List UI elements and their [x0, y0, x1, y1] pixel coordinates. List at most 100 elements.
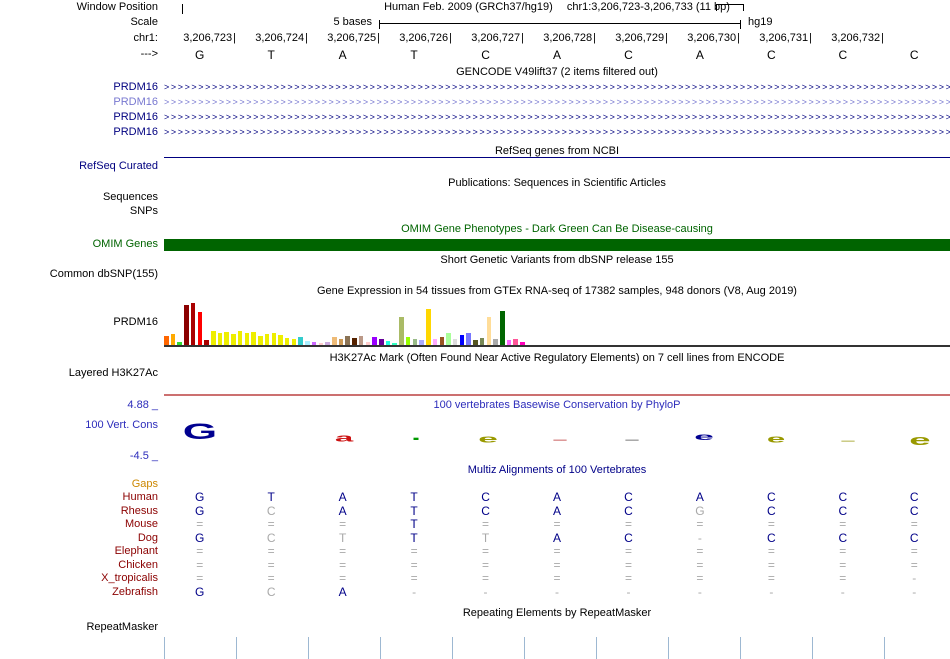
gencode-track-title[interactable]: GENCODE V49lift37 (2 items filtered out) — [164, 66, 950, 79]
gencode-gene-item[interactable]: >>>>>>>>>>>>>>>>>>>>>>>>>>>>>>>>>>>>>>>>… — [164, 125, 950, 140]
conservation-label[interactable]: 100 Vert. Cons — [0, 413, 164, 449]
refseq-gene-line[interactable] — [164, 157, 950, 158]
gtex-tissue-bar[interactable] — [251, 332, 256, 345]
gtex-tissue-bar[interactable] — [352, 338, 357, 345]
multiz-species-label[interactable]: X_tropicalis — [0, 572, 164, 586]
multiz-species-label[interactable]: Human — [0, 491, 164, 505]
h3k27ac-track-title[interactable]: H3K27Ac Mark (Often Found Near Active Re… — [164, 352, 950, 365]
snps-track-area[interactable] — [164, 205, 950, 218]
alignment-base: = — [378, 572, 449, 586]
gtex-tissue-bar[interactable] — [440, 337, 445, 345]
multiz-alignment[interactable]: GCATCACGCCC — [164, 505, 950, 519]
multiz-alignment[interactable]: =========== — [164, 545, 950, 559]
multiz-species-label[interactable]: Elephant — [0, 545, 164, 559]
sequences-track-area[interactable] — [164, 191, 950, 204]
multiz-species-label[interactable]: Mouse — [0, 518, 164, 532]
gtex-tissue-bar[interactable] — [332, 337, 337, 345]
gtex-tissue-bar[interactable] — [359, 336, 364, 345]
gtex-tissue-bar[interactable] — [466, 333, 471, 345]
multiz-alignment[interactable]: GCTTTAC-CCC — [164, 532, 950, 546]
multiz-species-label[interactable]: Rhesus — [0, 505, 164, 519]
dbsnp-track-area[interactable] — [164, 268, 950, 281]
repeatmasker-track-title[interactable]: Repeating Elements by RepeatMasker — [164, 607, 950, 620]
coordinate-cells: 3,206,723|3,206,724|3,206,725|3,206,726|… — [164, 32, 950, 47]
gtex-tissue-bar[interactable] — [372, 337, 377, 345]
conservation-track-title[interactable]: 100 vertebrates Basewise Conservation by… — [164, 399, 950, 412]
coordinate-label: 3,206,723| — [164, 32, 236, 47]
multiz-alignment[interactable]: GTATCACACCC — [164, 491, 950, 505]
repeatmasker-label[interactable]: RepeatMasker — [0, 621, 164, 634]
alignment-base: = — [593, 572, 664, 586]
gtex-tissue-bar[interactable] — [446, 333, 451, 345]
h3k27ac-label[interactable]: Layered H3K27Ac — [0, 367, 164, 380]
sequences-label[interactable]: Sequences — [0, 191, 164, 204]
snps-label[interactable]: SNPs — [0, 205, 164, 218]
omim-track-title[interactable]: OMIM Gene Phenotypes - Dark Green Can Be… — [164, 223, 950, 236]
conservation-glyphs[interactable]: Ga-e--ee-e — [164, 413, 950, 449]
gencode-gene-label[interactable]: PRDM16 — [0, 80, 164, 95]
gtex-tissue-bar[interactable] — [265, 334, 270, 345]
gtex-tissue-bar[interactable] — [211, 331, 216, 345]
gtex-tissue-bar[interactable] — [198, 312, 203, 345]
alignment-base: - — [664, 532, 735, 546]
dbsnp-track-title[interactable]: Short Genetic Variants from dbSNP releas… — [164, 254, 950, 266]
gtex-tissue-bar[interactable] — [238, 331, 243, 345]
gtex-tissue-bar[interactable] — [399, 317, 404, 345]
gtex-tissue-bar[interactable] — [500, 311, 505, 345]
gtex-tissue-bar[interactable] — [258, 336, 263, 345]
alignment-base: = — [521, 559, 592, 573]
multiz-track-title[interactable]: Multiz Alignments of 100 Vertebrates — [164, 464, 950, 477]
base-letter: C — [450, 48, 521, 63]
gtex-tissue-bar[interactable] — [231, 334, 236, 345]
gencode-gene-label[interactable]: PRDM16 — [0, 110, 164, 125]
multiz-alignment[interactable]: GCA-------- — [164, 586, 950, 600]
gtex-tissue-bar[interactable] — [245, 333, 250, 345]
gtex-tissue-bar[interactable] — [406, 337, 411, 345]
gtex-tissue-bar[interactable] — [298, 337, 303, 345]
omim-gene-item[interactable] — [164, 239, 950, 251]
conservation-glyph: e — [767, 435, 785, 446]
repeatmasker-track-area[interactable] — [164, 621, 950, 634]
publications-track-title[interactable]: Publications: Sequences in Scientific Ar… — [164, 177, 950, 189]
multiz-species-label[interactable]: Dog — [0, 532, 164, 546]
gtex-tissue-bar[interactable] — [278, 335, 283, 345]
multiz-species-label[interactable]: Chicken — [0, 559, 164, 573]
gtex-gene-label[interactable]: PRDM16 — [0, 300, 164, 347]
refseq-track-area[interactable] — [164, 160, 950, 173]
refseq-track-title[interactable]: RefSeq genes from NCBI — [164, 145, 950, 157]
multiz-alignment[interactable]: ===T======= — [164, 518, 950, 532]
gtex-tissue-bar[interactable] — [224, 332, 229, 345]
gtex-tissue-bar[interactable] — [487, 317, 492, 345]
gtex-tissue-bar[interactable] — [345, 336, 350, 345]
h3k27ac-track-area[interactable] — [164, 367, 950, 380]
conservation-glyph: - — [551, 433, 568, 446]
gaps-label[interactable]: Gaps — [0, 478, 164, 490]
alignment-base: = — [164, 559, 235, 573]
gtex-tissue-bar[interactable] — [218, 333, 223, 345]
omim-genes-label[interactable]: OMIM Genes — [0, 238, 164, 251]
gencode-gene-item[interactable]: >>>>>>>>>>>>>>>>>>>>>>>>>>>>>>>>>>>>>>>>… — [164, 80, 950, 95]
gtex-tissue-bar[interactable] — [426, 309, 431, 345]
gtex-tissue-bar[interactable] — [171, 334, 176, 345]
gencode-gene-label[interactable]: PRDM16 — [0, 125, 164, 140]
gencode-gene-item[interactable]: >>>>>>>>>>>>>>>>>>>>>>>>>>>>>>>>>>>>>>>>… — [164, 95, 950, 110]
gtex-tissue-bar[interactable] — [191, 303, 196, 345]
gtex-tissue-bar[interactable] — [272, 333, 277, 345]
multiz-alignment[interactable]: =========== — [164, 559, 950, 573]
multiz-species-label[interactable]: Zebrafish — [0, 586, 164, 600]
gencode-gene-item[interactable]: >>>>>>>>>>>>>>>>>>>>>>>>>>>>>>>>>>>>>>>>… — [164, 110, 950, 125]
multiz-alignment[interactable]: ==========- — [164, 572, 950, 586]
gaps-track-area[interactable] — [164, 478, 950, 490]
gtex-tissue-bar[interactable] — [460, 335, 465, 345]
alignment-base: C — [235, 532, 306, 546]
gtex-chart-area[interactable] — [164, 300, 950, 347]
gtex-tissue-bar[interactable] — [184, 305, 189, 345]
gencode-gene-label[interactable]: PRDM16 — [0, 95, 164, 110]
gtex-tissue-bar[interactable] — [480, 338, 485, 345]
gtex-tissue-bar[interactable] — [164, 336, 169, 345]
base-letter: G — [164, 48, 235, 63]
gtex-track-title[interactable]: Gene Expression in 54 tissues from GTEx … — [164, 285, 950, 298]
gtex-tissue-bar[interactable] — [285, 338, 290, 345]
refseq-curated-label[interactable]: RefSeq Curated — [0, 160, 164, 173]
dbsnp-label[interactable]: Common dbSNP(155) — [0, 268, 164, 281]
